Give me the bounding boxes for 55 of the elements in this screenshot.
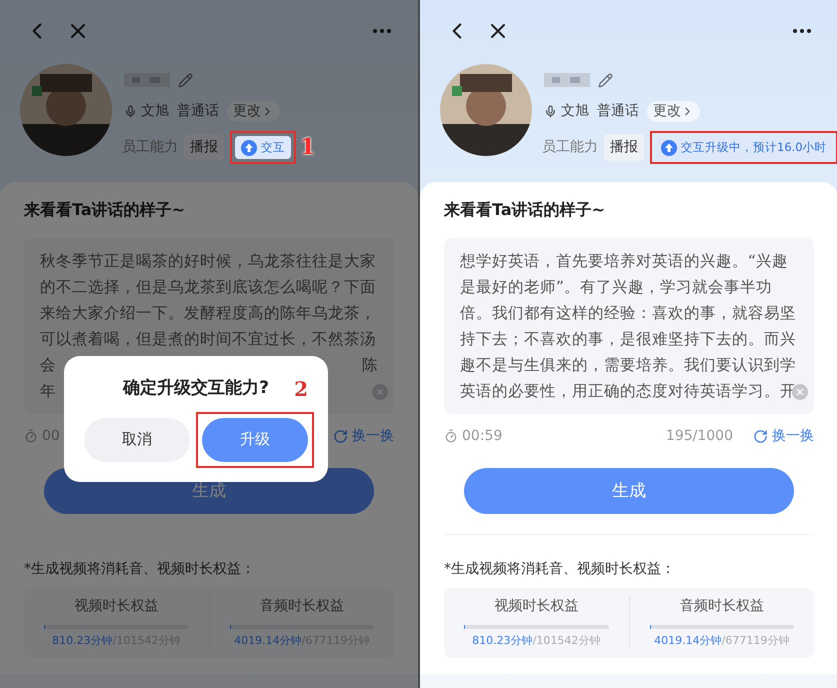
generate-button[interactable]: 生成 [464,468,794,514]
script-line: 秋冬季节正是喝茶的好时候，乌龙茶往往是大家 [40,251,377,272]
script-line: 倍。我们都有这样的经验：喜欢的事，就容易坚 [460,303,797,324]
refresh-icon [333,428,348,444]
voice-name: 文旭 [141,102,169,121]
step-number: 1 [300,133,316,162]
refresh-icon [753,428,768,444]
script-line: 是最好的老师”。有了兴趣，学习就会事半功 [460,277,774,298]
benefit-title: 音频时长权益 [260,597,344,616]
edit-icon[interactable] [598,72,613,88]
benefit-usage: 4019.14分钟/677119分钟 [654,633,790,650]
consumption-note: *生成视频将消耗音、视频时长权益： [444,560,676,580]
shuffle-button[interactable]: 换一换 [753,426,814,447]
section-title: 来看看Ta讲话的样子~ [24,199,186,222]
script-line: 可以煮着喝，但是煮的时间不宜过长，不然茶汤 [40,329,377,350]
voice-dialect: 普通话 [177,102,219,121]
ability-tag[interactable]: 播报 [184,134,224,162]
script-fragment: 年 [40,381,56,402]
voice-dialect: 普通话 [597,102,639,121]
ability-label: 员工能力 [122,138,178,158]
blurred-name [544,73,590,87]
blurred-name [124,73,170,87]
ability-tag[interactable]: 交互 [235,136,291,160]
script-line: 英语的必要性，用正确的态度对待英语学习。开 [460,381,797,402]
edit-icon[interactable] [178,72,193,88]
duration-text: 00:59 [462,426,502,446]
character-count: 195/1000 [666,426,733,446]
shuffle-button[interactable]: 换一换 [333,426,394,447]
ability-label: 员工能力 [542,138,598,158]
dialog-title: 确定升级交互能力? [123,377,269,400]
microphone-icon [544,105,557,118]
consumption-note: *生成视频将消耗音、视频时长权益： [24,560,256,580]
script-line: 的不二选择，但是乌龙茶到底该怎么喝呢？下面 [40,277,377,298]
benefit-title: 音频时长权益 [680,597,764,616]
step-number: 2 [294,376,308,403]
script-fragment: 会 [40,355,56,376]
script-line: 趣不是与生俱来的，需要培养。我们要认识到学 [460,355,797,376]
change-voice-button[interactable]: 更改 [647,101,700,122]
section-title: 来看看Ta讲话的样子~ [444,199,606,222]
script-line: 来给大家介绍一下。发酵程度高的陈年乌龙茶， [40,303,377,324]
upload-icon [241,140,257,156]
script-line: 持下去；不喜欢的事，是很难坚持下去的。而兴 [460,329,797,350]
benefit-title: 视频时长权益 [74,597,158,616]
ability-tag[interactable]: 播报 [604,134,644,162]
benefit-usage: 810.23分钟/101542分钟 [472,633,600,650]
timer-icon [24,429,38,444]
upload-icon [661,140,677,156]
benefit-title: 视频时长权益 [494,597,578,616]
script-line: 想学好英语，首先要培养对英语的兴趣。“兴趣 [460,251,790,272]
voice-name: 文旭 [561,102,589,121]
timer-icon [444,429,458,444]
script-fragment: 陈 [362,355,378,376]
upgrade-button[interactable]: 升级 [202,418,308,462]
microphone-icon [124,105,137,118]
cancel-button[interactable]: 取消 [84,418,190,462]
